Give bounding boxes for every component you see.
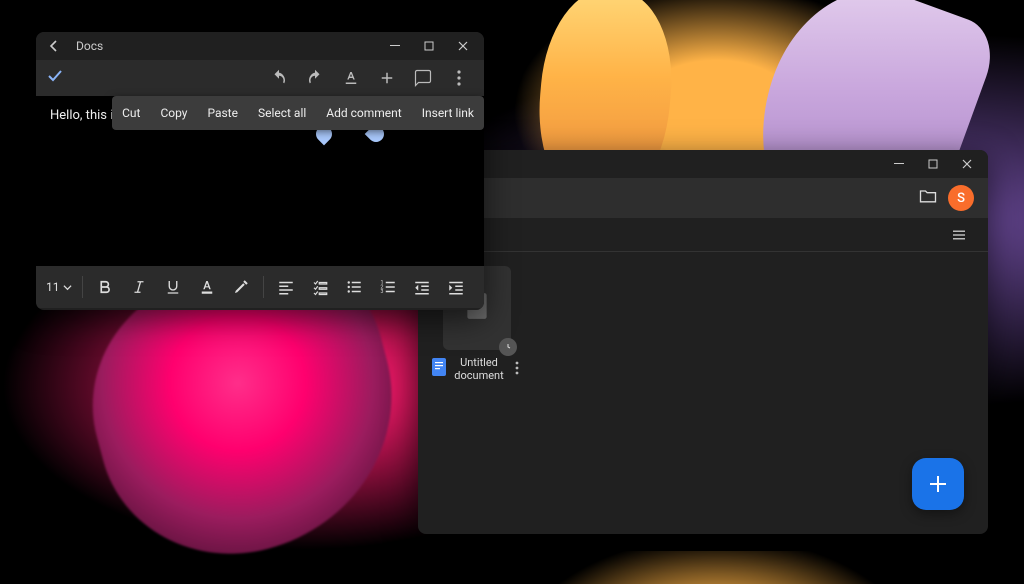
editor-titlebar: Docs <box>36 32 484 60</box>
back-button[interactable] <box>40 32 68 60</box>
increase-indent-button[interactable] <box>440 271 472 303</box>
document-title: Untitled document <box>451 356 507 382</box>
editor-app-title: Docs <box>76 39 103 53</box>
toolbar-divider <box>263 276 264 298</box>
close-button[interactable] <box>950 150 984 178</box>
context-paste[interactable]: Paste <box>197 96 248 130</box>
bulleted-list-button[interactable] <box>338 271 370 303</box>
documents-grid: Untitled document <box>418 252 988 502</box>
list-view-toggle[interactable] <box>944 220 974 250</box>
italic-button[interactable] <box>123 271 155 303</box>
text-color-button[interactable] <box>191 271 223 303</box>
open-folder-button[interactable] <box>918 186 938 210</box>
editor-action-bar <box>36 60 484 96</box>
context-insert-link[interactable]: Insert link <box>412 96 484 130</box>
bold-button[interactable] <box>89 271 121 303</box>
document-more-button[interactable] <box>512 360 522 379</box>
context-select-all[interactable]: Select all <box>248 96 316 130</box>
context-cut[interactable]: Cut <box>112 96 150 130</box>
context-copy[interactable]: Copy <box>150 96 197 130</box>
close-button[interactable] <box>446 32 480 60</box>
document-canvas[interactable]: Cut Copy Paste Select all Add comment In… <box>36 96 484 266</box>
chevron-down-icon <box>63 283 72 292</box>
checklist-button[interactable] <box>304 271 336 303</box>
numbered-list-button[interactable]: 123 <box>372 271 404 303</box>
done-check-icon[interactable] <box>46 67 64 89</box>
decrease-indent-button[interactable] <box>406 271 438 303</box>
avatar-initial: S <box>957 191 965 206</box>
more-menu-button[interactable] <box>444 63 474 93</box>
text-format-button[interactable] <box>336 63 366 93</box>
redo-button[interactable] <box>300 63 330 93</box>
font-size-picker[interactable]: 11 <box>42 280 76 294</box>
format-toolbar: 11 123 <box>36 266 484 308</box>
sort-row: Name <box>418 218 988 252</box>
list-header: Docs S <box>418 178 988 218</box>
svg-text:3: 3 <box>380 289 383 295</box>
docs-editor-window: Docs <box>36 32 484 310</box>
new-document-fab[interactable] <box>912 458 964 510</box>
minimize-button[interactable] <box>378 32 412 60</box>
comment-button[interactable] <box>408 63 438 93</box>
docs-file-icon <box>432 358 446 380</box>
docs-list-window: Docs S Name <box>418 150 988 534</box>
context-menu: Cut Copy Paste Select all Add comment In… <box>112 96 484 130</box>
underline-button[interactable] <box>157 271 189 303</box>
align-button[interactable] <box>270 271 302 303</box>
maximize-button[interactable] <box>412 32 446 60</box>
offline-badge-icon <box>499 338 517 356</box>
undo-button[interactable] <box>264 63 294 93</box>
list-titlebar <box>418 150 988 178</box>
toolbar-divider <box>82 276 83 298</box>
insert-button[interactable] <box>372 63 402 93</box>
minimize-button[interactable] <box>882 150 916 178</box>
account-avatar[interactable]: S <box>948 185 974 211</box>
context-add-comment[interactable]: Add comment <box>316 96 411 130</box>
highlight-button[interactable] <box>225 271 257 303</box>
maximize-button[interactable] <box>916 150 950 178</box>
